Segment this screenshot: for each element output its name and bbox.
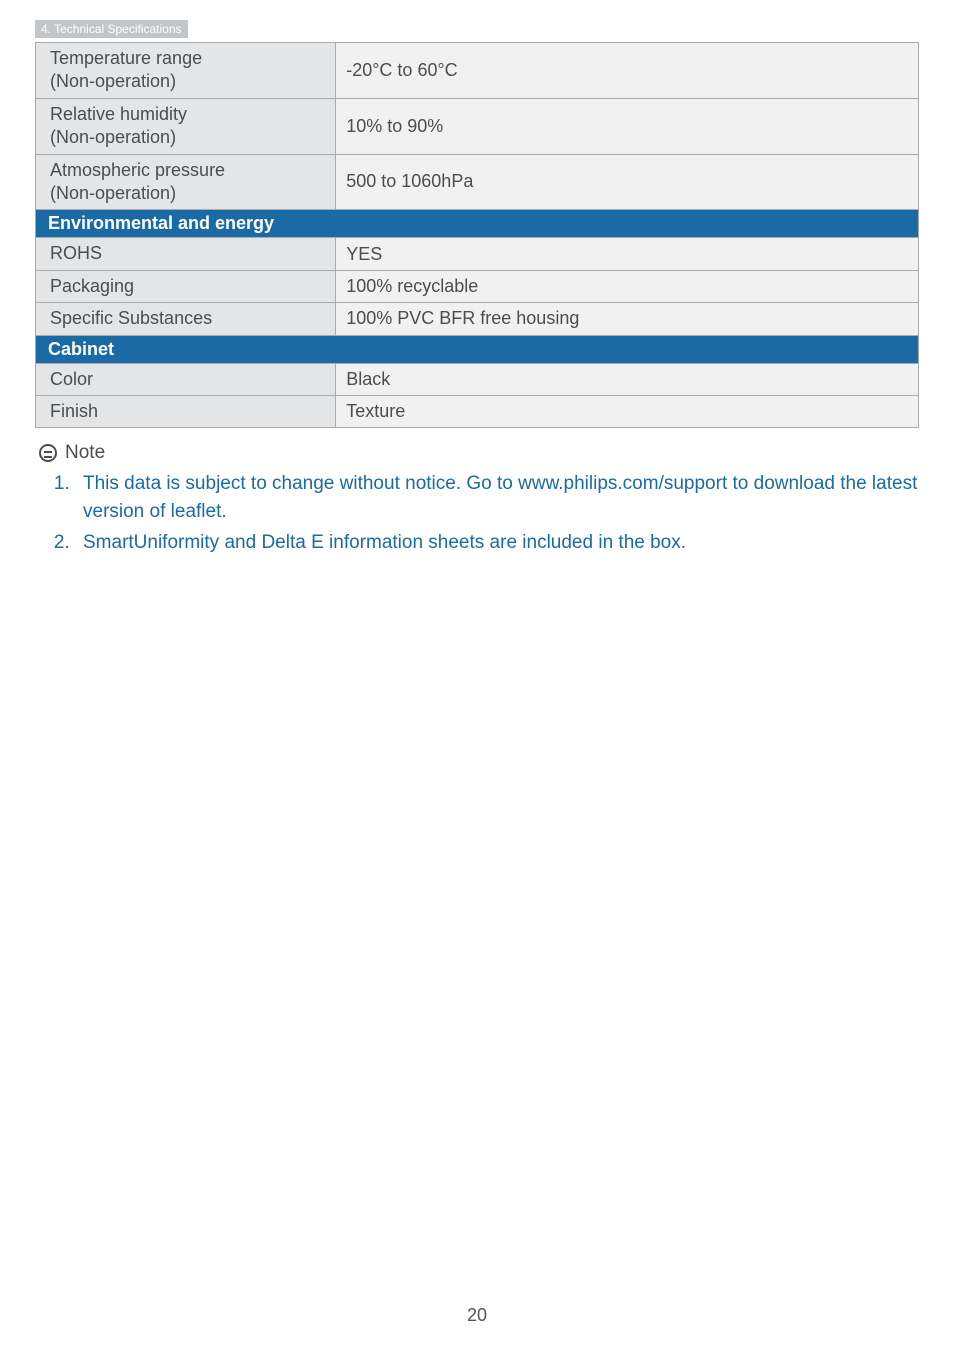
spec-value: 10% to 90% xyxy=(336,98,919,154)
label-line: (Non-operation) xyxy=(50,183,176,203)
spec-label: Specific Substances xyxy=(36,303,336,335)
label-line: (Non-operation) xyxy=(50,71,176,91)
spec-value: Texture xyxy=(336,395,919,427)
spec-row-pressure: Atmospheric pressure (Non-operation) 500… xyxy=(36,154,919,210)
spec-label: ROHS xyxy=(36,238,336,270)
note-item: SmartUniformity and Delta E information … xyxy=(75,529,919,557)
label-line: Relative humidity xyxy=(50,104,187,124)
note-icon xyxy=(39,444,57,462)
spec-value: 100% PVC BFR free housing xyxy=(336,303,919,335)
note-section: Note This data is subject to change with… xyxy=(35,442,919,557)
spec-row-finish: Finish Texture xyxy=(36,395,919,427)
label-line: Temperature range xyxy=(50,48,202,68)
note-title: Note xyxy=(65,442,105,464)
spec-value: Black xyxy=(336,363,919,395)
spec-row-temp: Temperature range (Non-operation) -20°C … xyxy=(36,43,919,99)
spec-row-substances: Specific Substances 100% PVC BFR free ho… xyxy=(36,303,919,335)
note-list: This data is subject to change without n… xyxy=(39,470,919,557)
spec-label: Packaging xyxy=(36,270,336,302)
section-title: Cabinet xyxy=(36,335,919,363)
spec-table: Temperature range (Non-operation) -20°C … xyxy=(35,42,919,428)
section-header: 4. Technical Specifications xyxy=(35,20,188,38)
spec-value: 100% recyclable xyxy=(336,270,919,302)
spec-row-packaging: Packaging 100% recyclable xyxy=(36,270,919,302)
section-cabinet-row: Cabinet xyxy=(36,335,919,363)
label-line: Atmospheric pressure xyxy=(50,160,225,180)
spec-value: YES xyxy=(336,238,919,270)
spec-label: Finish xyxy=(36,395,336,427)
page-number: 20 xyxy=(0,1305,954,1326)
spec-label: Relative humidity (Non-operation) xyxy=(36,98,336,154)
spec-value: -20°C to 60°C xyxy=(336,43,919,99)
section-title: Environmental and energy xyxy=(36,210,919,238)
note-item: This data is subject to change without n… xyxy=(75,470,919,525)
label-line: (Non-operation) xyxy=(50,127,176,147)
spec-row-color: Color Black xyxy=(36,363,919,395)
spec-label: Atmospheric pressure (Non-operation) xyxy=(36,154,336,210)
section-env-row: Environmental and energy xyxy=(36,210,919,238)
spec-label: Temperature range (Non-operation) xyxy=(36,43,336,99)
spec-row-humidity: Relative humidity (Non-operation) 10% to… xyxy=(36,98,919,154)
spec-value: 500 to 1060hPa xyxy=(336,154,919,210)
spec-label: Color xyxy=(36,363,336,395)
note-header: Note xyxy=(39,442,919,464)
spec-row-rohs: ROHS YES xyxy=(36,238,919,270)
